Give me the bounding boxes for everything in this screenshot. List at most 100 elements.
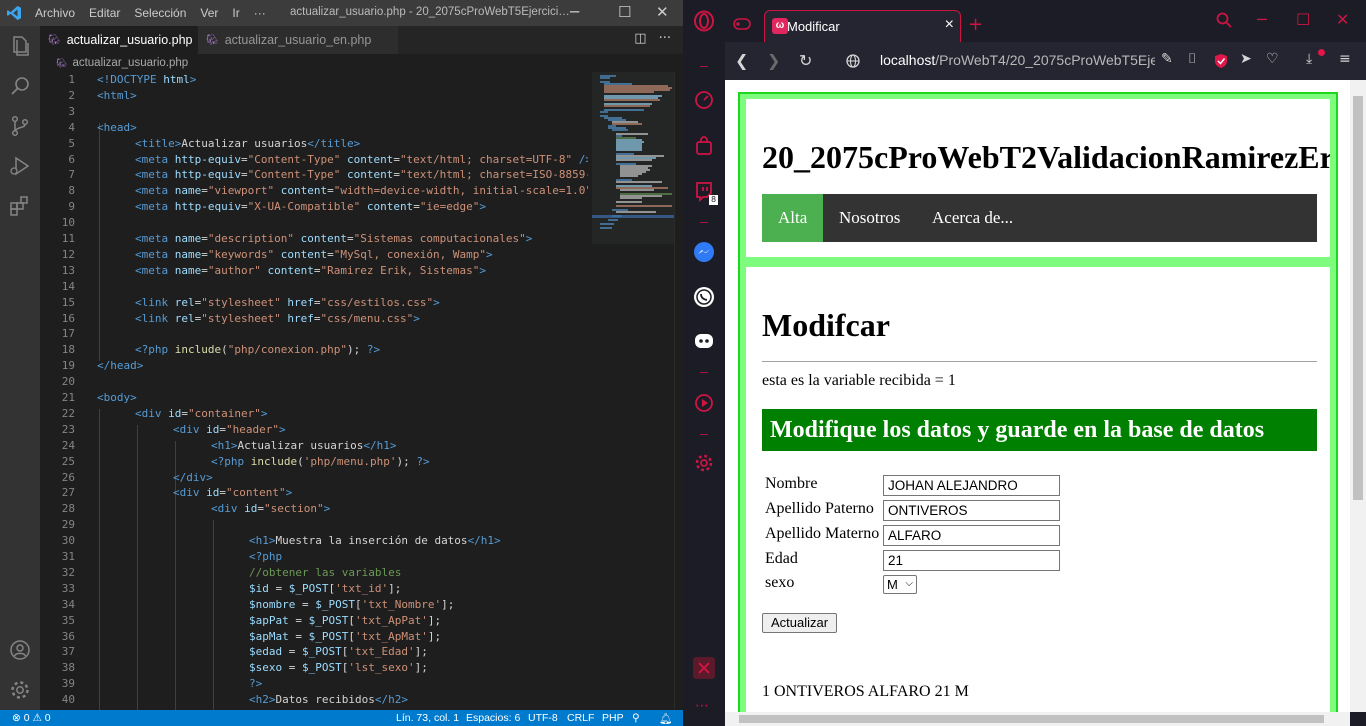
code-line[interactable]: 37 $edad = $_POST['txt_Edad'];	[40, 644, 588, 660]
messenger-icon[interactable]	[693, 241, 715, 263]
shopping-bag-icon[interactable]	[693, 135, 715, 157]
player-icon[interactable]	[693, 392, 715, 414]
run-debug-icon[interactable]	[8, 154, 32, 178]
code-line[interactable]: 38 $sexo = $_POST['lst_sexo'];	[40, 660, 588, 676]
code-line[interactable]: 2 <html>	[40, 88, 588, 104]
editor-scrollbar[interactable]	[674, 72, 683, 710]
problems-indicator[interactable]: ⊗ 0 ⚠ 0	[12, 712, 51, 724]
code-line[interactable]: 25 <?php include('php/menu.php'); ?>	[40, 454, 588, 470]
code-line[interactable]: 18 <?php include("php/conexion.php"); ?>	[40, 342, 588, 358]
cursor-position[interactable]: Lín. 73, col. 1	[396, 712, 459, 724]
code-line[interactable]: 33 $id = $_POST['txt_id'];	[40, 581, 588, 597]
tab-actualizar-usuario[interactable]: 🐘︎ actualizar_usuario.php ×	[40, 26, 207, 54]
code-line[interactable]: 11 <meta name="description" content="Sist…	[40, 231, 588, 247]
send-icon[interactable]: ➤	[1240, 51, 1252, 67]
close-window-icon[interactable]: ✕	[656, 3, 669, 21]
code-line[interactable]: 3	[40, 104, 588, 120]
edad-input[interactable]: 21	[883, 550, 1060, 571]
nav-item-alta[interactable]: Alta	[762, 194, 824, 242]
account-icon[interactable]	[8, 638, 32, 662]
code-line[interactable]: 20	[40, 374, 588, 390]
opera-logo-icon[interactable]	[693, 10, 715, 32]
code-line[interactable]: 21 <body>	[40, 390, 588, 406]
code-line[interactable]: 7 <meta http-equiv="Content-Type" content…	[40, 167, 588, 183]
language-mode[interactable]: PHP	[602, 712, 624, 724]
scrollbar-thumb[interactable]	[739, 715, 1324, 723]
feedback-icon[interactable]: ⚲	[632, 712, 640, 724]
nombre-input[interactable]: JOHAN ALEJANDRO	[883, 475, 1060, 496]
nav-item-nosotros[interactable]: Nosotros	[839, 194, 900, 242]
code-line[interactable]: 35 $apPat = $_POST['txt_ApPat'];	[40, 613, 588, 629]
code-line[interactable]: 1 <!DOCTYPE html>	[40, 72, 588, 88]
code-line[interactable]: 26 </div>	[40, 470, 588, 486]
reload-icon[interactable]: ↻	[799, 51, 812, 70]
code-line[interactable]: 31 <?php	[40, 549, 588, 565]
address-bar[interactable]: localhost/ProWebT4/20_2075cProWebT5Ejer	[880, 52, 1155, 68]
code-line[interactable]: 40 <h2>Datos recibidos</h2>	[40, 692, 588, 708]
code-line[interactable]: 19 </head>	[40, 358, 588, 374]
sidebar-pin-icon[interactable]	[693, 657, 715, 679]
sidebar-more-icon[interactable]: ⋯	[695, 698, 709, 714]
settings-gear-icon[interactable]	[693, 452, 715, 474]
code-line[interactable]: 12 <meta name="keywords" content="MySql, …	[40, 247, 588, 263]
discord-icon[interactable]	[693, 330, 715, 352]
code-line[interactable]: 22 <div id="container">	[40, 406, 588, 422]
explorer-icon[interactable]	[8, 34, 32, 58]
code-line[interactable]: 4 <head>	[40, 120, 588, 136]
breadcrumb-file[interactable]: actualizar_usuario.php	[72, 57, 188, 69]
code-line[interactable]: 16 <link rel="stylesheet" href="css/menu.…	[40, 311, 588, 327]
downloads-icon[interactable]: ⤓	[1306, 51, 1312, 67]
search-icon[interactable]	[8, 74, 32, 98]
code-line[interactable]: 32 //obtener las variables	[40, 565, 588, 581]
code-line[interactable]: 23 <div id="header">	[40, 422, 588, 438]
sexo-select[interactable]: M ⌵	[883, 575, 917, 594]
page-horizontal-scrollbar[interactable]	[725, 712, 1350, 726]
code-line[interactable]: 24 <h1>Actualizar usuarios</h1>	[40, 438, 588, 454]
code-line[interactable]: 39 ?>	[40, 676, 588, 692]
maximize-icon[interactable]: ☐	[618, 3, 631, 21]
code-line[interactable]: 29	[40, 517, 588, 533]
back-icon[interactable]: ❮	[735, 51, 748, 70]
maximize-icon[interactable]: ☐	[1296, 10, 1310, 29]
menu-editar[interactable]: Editar	[89, 6, 120, 20]
code-line[interactable]: 13 <meta name="author" content="Ramirez E…	[40, 263, 588, 279]
extensions-icon[interactable]	[8, 194, 32, 218]
code-line[interactable]: 36 $apMat = $_POST['txt_ApMat'];	[40, 629, 588, 645]
indentation-setting[interactable]: Espacios: 6	[466, 712, 520, 724]
site-info-globe-icon[interactable]	[846, 54, 860, 68]
source-control-icon[interactable]	[8, 114, 32, 138]
nav-item-acerca-de[interactable]: Acerca de...	[932, 194, 1013, 242]
code-line[interactable]: 10	[40, 215, 588, 231]
apellido-paterno-input[interactable]: ONTIVEROS	[883, 500, 1060, 521]
page-vertical-scrollbar[interactable]	[1350, 80, 1366, 712]
bookmark-heart-icon[interactable]: ♡	[1266, 51, 1279, 67]
code-line[interactable]: 6 <meta http-equiv="Content-Type" content…	[40, 152, 588, 168]
menu-archivo[interactable]: Archivo	[35, 6, 75, 20]
code-line[interactable]: 28 <div id="section">	[40, 501, 588, 517]
minimap[interactable]	[592, 72, 676, 710]
apellido-materno-input[interactable]: ALFARO	[883, 525, 1060, 546]
code-line[interactable]: 8 <meta name="viewport" content="width=de…	[40, 183, 588, 199]
code-line[interactable]: 17	[40, 326, 588, 342]
settings-gear-icon[interactable]	[8, 678, 32, 702]
code-line[interactable]: 5 <title>Actualizar usuarios</title>	[40, 136, 588, 152]
whatsapp-icon[interactable]	[693, 286, 715, 308]
split-editor-icon[interactable]: ◫	[634, 31, 646, 46]
code-line[interactable]: 15 <link rel="stylesheet" href="css/estil…	[40, 295, 588, 311]
code-line[interactable]: 30 <h1>Muestra la inserción de datos</h1>	[40, 533, 588, 549]
scrollbar-thumb[interactable]	[1353, 96, 1363, 500]
new-tab-button[interactable]: +	[968, 14, 983, 35]
code-line[interactable]: 27 <div id="content">	[40, 485, 588, 501]
close-tab-icon[interactable]: ×	[945, 16, 954, 34]
code-line[interactable]: 14	[40, 279, 588, 295]
minimize-icon[interactable]: ─	[570, 3, 579, 21]
gamepad-icon[interactable]	[733, 17, 751, 31]
browser-tab-modificar[interactable]: ω Modificar ×	[764, 10, 961, 42]
breadcrumb[interactable]: 🐘︎ actualizar_usuario.php	[40, 54, 683, 72]
edit-page-icon[interactable]: ✎	[1161, 51, 1173, 67]
speed-dial-icon[interactable]	[693, 89, 715, 111]
encoding-setting[interactable]: UTF-8	[528, 712, 558, 724]
code-editor[interactable]: 1 <!DOCTYPE html> 2 <html> 3 4 <head> 5 <title>A…	[40, 72, 588, 710]
code-line[interactable]: 9 <meta http-equiv="X-UA-Compatible" cont…	[40, 199, 588, 215]
minimize-icon[interactable]: ─	[1257, 10, 1267, 29]
